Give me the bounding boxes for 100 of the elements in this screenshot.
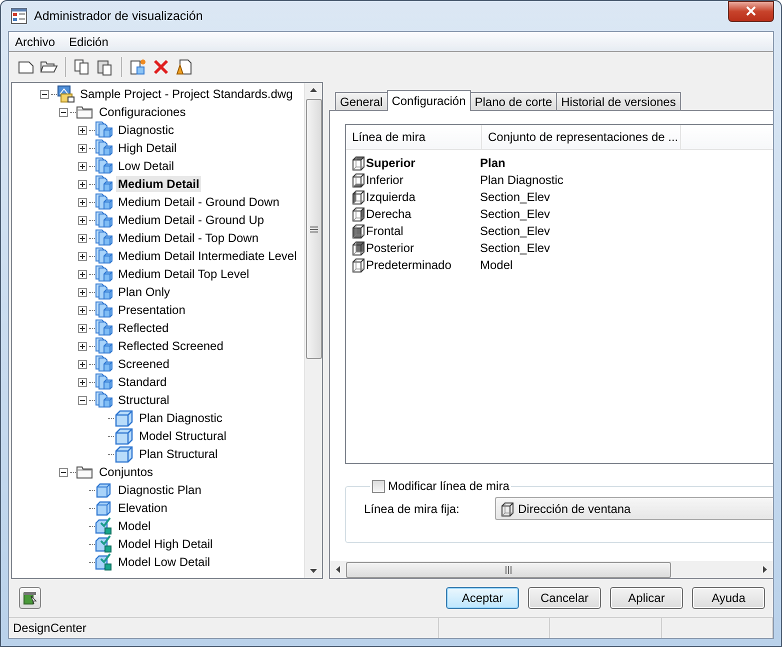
tab[interactable]: General [335,92,388,110]
table-cell: Section_Elev [480,240,550,254]
tree-item[interactable]: Model Structural [137,428,228,444]
tree-item[interactable]: Medium Detail Intermediate Level [116,248,299,264]
scrollbar-thumb[interactable] [346,562,671,578]
delete-icon[interactable] [152,58,170,76]
purge-icon[interactable] [175,58,193,76]
tree-item[interactable]: Screened [116,356,172,372]
tab[interactable]: Configuración [386,90,471,111]
project-icon [57,85,75,103]
tree-item[interactable]: High Detail [116,140,179,156]
column-header[interactable]: Conjunto de representaciones de ... [482,125,681,149]
expand-toggle[interactable] [78,162,87,170]
status-text: DesignCenter [9,618,440,638]
tree-item[interactable]: Conjuntos [97,464,156,480]
table-cell: Section_Elev [480,206,550,220]
expand-toggle[interactable] [78,126,87,134]
configuration-icon [95,139,113,157]
tree-item[interactable]: Elevation [116,500,170,516]
expand-toggle[interactable] [78,270,87,278]
collapse-toggle[interactable] [78,396,87,404]
expand-toggle[interactable] [78,144,87,152]
table-cell: Plan Diagnostic [480,172,564,186]
paste-icon[interactable] [96,58,114,76]
expand-toggle[interactable] [78,198,87,206]
tree-item[interactable]: Reflected Screened [116,338,226,354]
cube-icon [95,499,113,517]
table-cell: Izquierda [366,190,416,204]
menu-item[interactable]: Edición [69,34,108,48]
dialog-button[interactable]: Aplicar [610,587,683,609]
window-arrow-icon [23,591,37,605]
configuration-icon [95,337,113,355]
table-cell: Derecha [366,206,412,220]
view-cube-icon [350,188,366,204]
expand-toggle[interactable] [78,252,87,260]
new-item-icon[interactable] [129,58,147,76]
configuration-icon [95,175,113,193]
tab[interactable]: Historial de versiones [556,92,681,110]
expand-toggle[interactable] [78,378,87,386]
cube-icon [499,500,515,516]
table-cell: Posterior [366,240,414,254]
app-icon [11,8,27,24]
table-cell: Plan [480,156,506,170]
tree-item[interactable]: Diagnostic [116,122,176,138]
tree-item[interactable]: Plan Structural [137,446,220,462]
close-button[interactable] [728,0,774,22]
view-cube-icon [350,256,366,272]
table-cell: Inferior [366,172,404,186]
designcenter-button[interactable] [19,587,41,609]
expand-toggle[interactable] [78,216,87,224]
cube-icon [114,427,134,445]
tree-item[interactable]: Structural [116,392,172,408]
configuration-icon [95,391,113,409]
view-dropdown[interactable]: Dirección de ventana [495,497,773,520]
tab[interactable]: Plano de corte [470,92,558,110]
tree-item[interactable]: Low Detail [116,158,176,174]
window-title: Administrador de visualización [34,9,204,23]
dialog-button[interactable]: Cancelar [528,587,601,609]
field-label: Línea de mira fija: [364,502,460,516]
tree-item[interactable]: Reflected [116,320,171,336]
configuration-icon [95,211,113,229]
collapse-toggle[interactable] [59,468,68,476]
copy-icon[interactable] [73,58,91,76]
tree-item[interactable]: Medium Detail - Top Down [116,230,261,246]
checkbox-label[interactable]: Modificar línea de mira [388,479,510,493]
view-cube-icon [350,206,366,222]
tree-item[interactable]: Medium Detail - Ground Down [116,194,282,210]
collapse-toggle[interactable] [59,108,68,116]
collapse-toggle[interactable] [40,90,49,98]
dialog-button[interactable]: Aceptar [446,587,519,609]
expand-toggle[interactable] [78,360,87,368]
tree-item[interactable]: Standard [116,374,169,390]
tree-item[interactable]: Medium Detail - Ground Up [116,212,266,228]
tree-item[interactable]: Presentation [116,302,188,318]
tree-item[interactable]: Sample Project - Project Standards.dwg [78,86,295,102]
expand-toggle[interactable] [78,324,87,332]
tree-item[interactable]: Medium Detail Top Level [116,266,252,282]
tree-item[interactable]: Configuraciones [97,104,188,120]
tree-item[interactable]: Plan Diagnostic [137,410,224,426]
expand-toggle[interactable] [78,234,87,242]
tree-item[interactable]: Diagnostic Plan [116,482,204,498]
cube-icon [95,481,113,499]
scrollbar-thumb[interactable] [306,99,322,359]
checkbox[interactable] [372,480,385,492]
menu-item[interactable]: Archivo [15,34,56,48]
column-header[interactable]: Línea de mira [346,125,482,149]
scroll-right-icon[interactable] [761,565,769,574]
tree-item[interactable]: Medium Detail [116,176,202,192]
dialog-button[interactable]: Ayuda [692,587,765,609]
checked-cube-icon [95,517,113,535]
expand-toggle[interactable] [78,306,87,314]
configuration-icon [95,157,113,175]
expand-toggle[interactable] [78,288,87,296]
expand-toggle[interactable] [78,342,87,350]
tree-item[interactable]: Model Low Detail [116,554,212,570]
tree-item[interactable]: Model High Detail [116,536,215,552]
tree-item[interactable]: Plan Only [116,284,172,300]
tree-item[interactable]: Model [116,518,153,534]
scroll-left-icon[interactable] [334,565,342,574]
expand-toggle[interactable] [78,180,87,188]
